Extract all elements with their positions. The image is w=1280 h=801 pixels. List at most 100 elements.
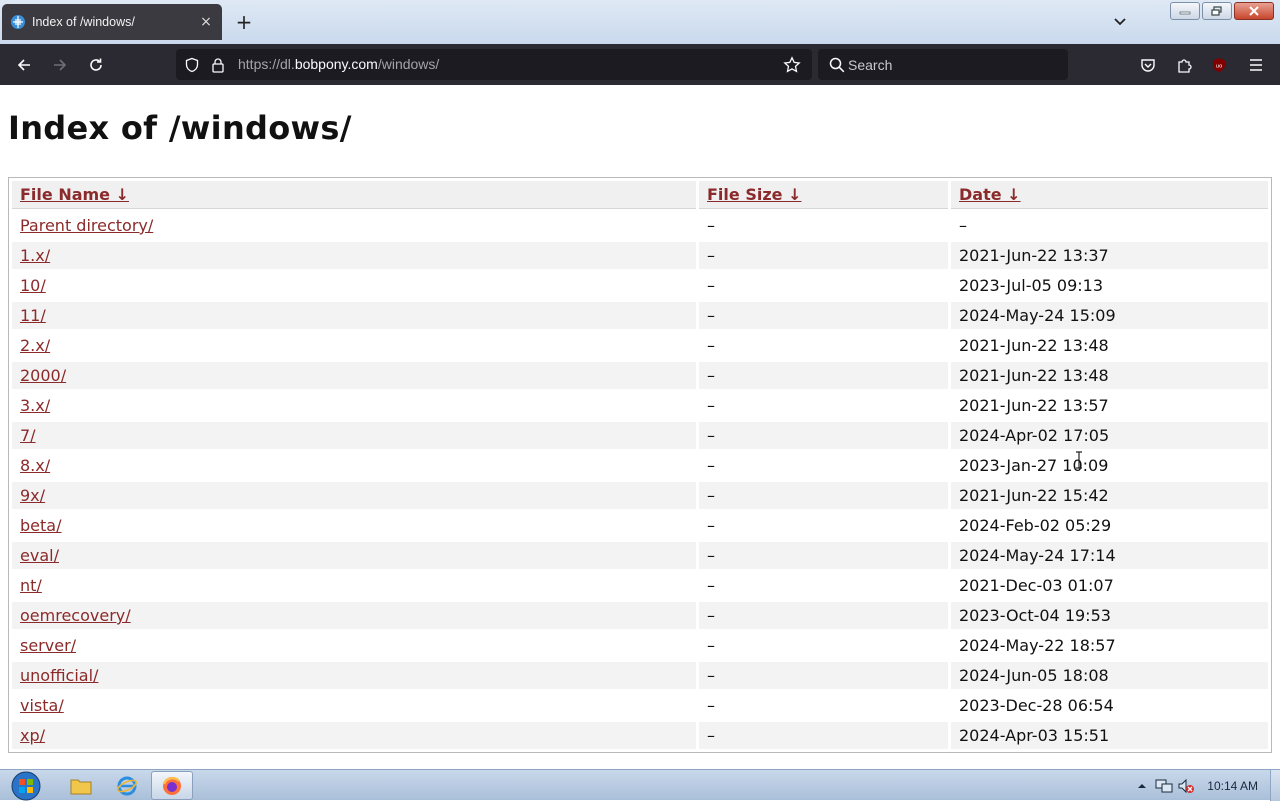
lock-icon[interactable] [208,55,228,75]
minimize-window-button[interactable] [1170,2,1200,20]
file-size-cell: – [699,242,948,269]
taskbar-file-explorer[interactable] [60,771,102,800]
file-size-cell: – [707,516,715,535]
url-path: /windows/ [377,56,440,72]
sort-by-name-link[interactable]: File Name ↓ [20,185,129,204]
date-cell: 2023-Oct-04 19:53 [951,602,1268,629]
taskbar: 10:14 AM [0,769,1280,801]
directory-link[interactable]: beta/ [20,516,61,535]
file-size-cell: – [707,576,715,595]
date-cell: 2024-May-24 15:09 [951,302,1268,329]
ublock-origin-icon[interactable]: uo [1206,52,1232,78]
forward-arrow-icon[interactable] [47,52,73,78]
table-row: nt/ – 2021-Dec-03 01:07 [12,572,1268,599]
directory-link[interactable]: 10/ [20,276,46,295]
table-row: 1.x/ –2021-Jun-22 13:37 [12,242,1268,269]
directory-link[interactable]: 1.x/ [20,246,50,265]
directory-link[interactable]: 8.x/ [20,456,50,475]
folder-icon [70,779,92,794]
file-size-cell: – [699,482,948,509]
directory-link[interactable]: Parent directory/ [20,216,153,235]
directory-link[interactable]: 3.x/ [20,396,50,415]
directory-link[interactable]: 11/ [20,306,46,325]
tracking-protection-shield-icon[interactable] [182,55,202,75]
directory-link[interactable]: vista/ [20,696,64,715]
taskbar-firefox[interactable] [151,771,193,800]
taskbar-internet-explorer[interactable] [106,771,148,800]
date-cell: 2021-Jun-22 13:37 [951,242,1268,269]
table-row: 10/ – 2023-Jul-05 09:13 [12,272,1268,299]
file-size-cell: – [699,302,948,329]
directory-link[interactable]: eval/ [20,546,59,565]
file-name-cell: xp/ [12,722,696,749]
date-cell: 2024-Apr-02 17:05 [951,422,1268,449]
restore-window-button[interactable] [1202,2,1232,20]
file-size-cell: – [699,722,948,749]
file-size-cell: – [699,422,948,449]
back-arrow-icon[interactable] [11,52,37,78]
file-size-cell: – [707,216,715,235]
date-cell: 2021-Jun-22 15:42 [951,482,1268,509]
file-name-cell: 10/ [12,272,696,299]
sort-by-date-link[interactable]: Date ↓ [959,185,1021,204]
table-row: 9x/ –2021-Jun-22 15:42 [12,482,1268,509]
date-cell: 2021-Jun-22 13:57 [959,396,1109,415]
network-icon[interactable] [1153,775,1175,797]
file-name-cell: 7/ [12,422,696,449]
address-bar[interactable]: https://dl.bobpony.com/windows/ [176,49,812,80]
date-cell: 2023-Jul-05 09:13 [959,276,1104,295]
file-size-cell: – [707,456,715,475]
search-bar[interactable] [818,49,1068,80]
file-size-cell: – [699,662,948,689]
show-hidden-icons-chevron-up-icon[interactable] [1131,775,1153,797]
hamburger-menu-icon[interactable] [1243,52,1269,78]
file-size-cell: – [707,696,715,715]
reload-icon[interactable] [83,52,109,78]
page-title: Index of /windows/ [8,109,352,147]
table-row: oemrecovery/ –2023-Oct-04 19:53 [12,602,1268,629]
list-all-tabs-chevron-down-icon[interactable] [1108,12,1132,32]
tab-active[interactable]: Index of /windows/ × [2,4,222,40]
directory-link[interactable]: nt/ [20,576,42,595]
directory-link[interactable]: 2.x/ [20,336,50,355]
extensions-puzzle-icon[interactable] [1171,52,1197,78]
directory-link[interactable]: server/ [20,636,76,655]
directory-link[interactable]: 7/ [20,426,36,445]
directory-link[interactable]: unofficial/ [20,666,98,685]
page-favicon-icon [10,14,26,30]
file-size-cell: – [707,336,715,355]
directory-link[interactable]: 9x/ [20,486,45,505]
directory-link[interactable]: 2000/ [20,366,66,385]
url-text[interactable]: https://dl.bobpony.com/windows/ [238,56,439,72]
directory-link[interactable]: xp/ [20,726,45,745]
search-input[interactable] [848,55,1058,75]
file-name-cell: beta/ [12,512,696,539]
date-cell: 2024-May-24 17:14 [951,542,1268,569]
url-prefix: https://dl. [238,56,295,72]
show-desktop-button[interactable] [1270,770,1280,801]
file-size-cell: – [699,362,948,389]
file-name-cell: 8.x/ [12,452,696,479]
taskbar-clock[interactable]: 10:14 AM [1197,779,1270,793]
file-size-cell: – [707,636,715,655]
close-tab-icon[interactable]: × [198,14,214,30]
volume-muted-icon[interactable] [1175,775,1197,797]
table-row: eval/ –2024-May-24 17:14 [12,542,1268,569]
column-header-date: Date ↓ [951,181,1268,209]
file-name-cell: Parent directory/ [12,212,696,239]
table-row: 3.x/ – 2021-Jun-22 13:57 [12,392,1268,419]
file-name-cell: server/ [12,632,696,659]
windows-logo-icon [11,771,41,800]
file-name-cell: 9x/ [12,482,696,509]
sort-by-size-link[interactable]: File Size ↓ [707,185,801,204]
column-header-file-size: File Size ↓ [699,181,948,209]
file-name-cell: vista/ [12,692,696,719]
file-name-cell: nt/ [12,572,696,599]
new-tab-button[interactable]: + [232,10,256,34]
pocket-icon[interactable] [1135,52,1161,78]
close-window-button[interactable] [1234,2,1274,20]
directory-link[interactable]: oemrecovery/ [20,606,131,625]
bookmark-star-icon[interactable] [782,55,802,75]
start-button[interactable] [6,770,46,801]
file-listing-body: Parent directory/– –1.x/–2021-Jun-22 13:3… [12,212,1268,749]
